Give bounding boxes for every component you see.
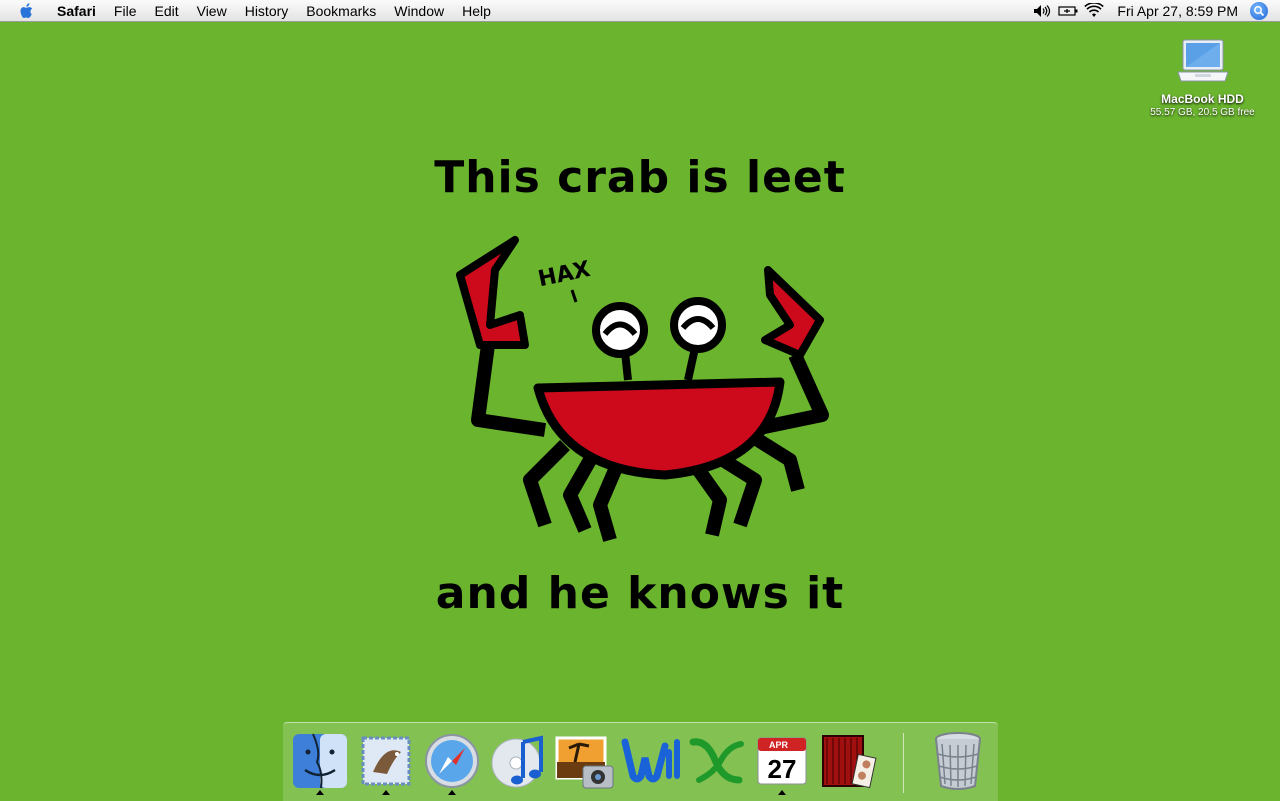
iphoto-icon xyxy=(555,736,614,789)
menu-window[interactable]: Window xyxy=(385,0,453,22)
menu-clock[interactable]: Fri Apr 27, 8:59 PM xyxy=(1107,0,1250,22)
apple-menu-icon[interactable] xyxy=(18,2,36,20)
crab-speech: HAX xyxy=(536,257,592,292)
battery-icon[interactable] xyxy=(1058,0,1078,22)
dock-separator xyxy=(903,733,904,793)
itunes-icon xyxy=(491,735,543,788)
app-menu-safari[interactable]: Safari xyxy=(48,0,105,22)
trash-icon xyxy=(935,732,981,790)
ical-month: APR xyxy=(769,740,789,750)
macbook-hdd-icon xyxy=(1175,34,1231,90)
volume-icon[interactable] xyxy=(1032,0,1052,22)
wifi-icon[interactable] xyxy=(1084,0,1105,22)
dock-word[interactable] xyxy=(619,729,681,793)
running-indicator xyxy=(448,790,456,795)
wallpaper-line-1: This crab is leet xyxy=(434,152,846,203)
safari-icon xyxy=(425,734,479,788)
menu-edit[interactable]: Edit xyxy=(145,0,187,22)
wallpaper-line-2: and he knows it xyxy=(435,568,845,619)
crab-illustration: HAX xyxy=(456,236,829,542)
menu-bar: Safari File Edit View History Bookmarks … xyxy=(0,0,1280,22)
finder-icon xyxy=(293,733,347,789)
menu-history[interactable]: History xyxy=(236,0,298,22)
dock-trash[interactable] xyxy=(927,729,989,793)
dock-safari[interactable] xyxy=(421,729,483,795)
dock-finder[interactable] xyxy=(289,729,351,795)
dock-excel[interactable] xyxy=(685,729,747,793)
hdd-name: MacBook HDD xyxy=(1161,92,1244,106)
excel-icon xyxy=(689,738,744,784)
menu-file[interactable]: File xyxy=(105,0,146,22)
menu-view[interactable]: View xyxy=(188,0,236,22)
dock: APR 27 xyxy=(283,722,998,801)
word-icon xyxy=(621,738,680,783)
running-indicator xyxy=(382,790,390,795)
dock-iphoto[interactable] xyxy=(553,729,615,793)
desktop-hdd-icon[interactable]: MacBook HDD 55.57 GB, 20.5 GB free xyxy=(1135,34,1270,118)
dock-itunes[interactable] xyxy=(487,729,549,793)
running-indicator xyxy=(316,790,324,795)
dock-photo-booth[interactable] xyxy=(817,729,879,793)
menu-help[interactable]: Help xyxy=(453,0,500,22)
spotlight-icon[interactable] xyxy=(1250,2,1268,20)
dock-ical[interactable]: APR 27 xyxy=(751,729,813,795)
hdd-info: 55.57 GB, 20.5 GB free xyxy=(1150,107,1255,118)
ical-icon: APR 27 xyxy=(757,737,807,785)
menu-bookmarks[interactable]: Bookmarks xyxy=(297,0,385,22)
ical-day: 27 xyxy=(768,754,797,784)
dock-mail[interactable] xyxy=(355,729,417,795)
running-indicator xyxy=(778,790,786,795)
photo-booth-icon xyxy=(822,735,877,789)
mail-icon xyxy=(361,736,411,786)
